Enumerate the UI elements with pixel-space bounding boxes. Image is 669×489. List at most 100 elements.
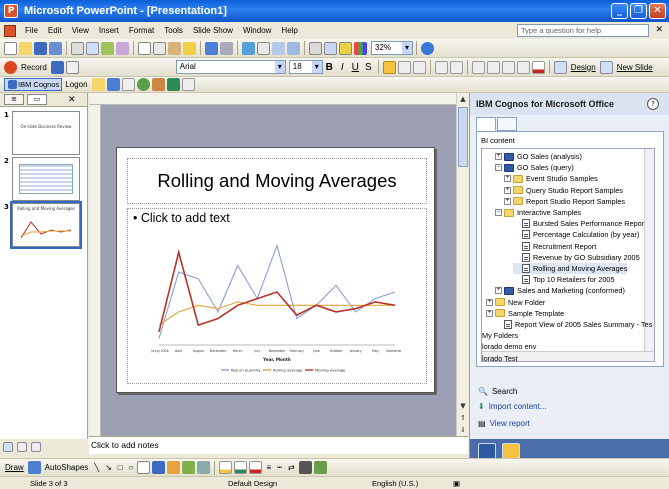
new-slide-icon[interactable] [599, 60, 613, 74]
menu-edit[interactable]: Edit [43, 26, 67, 35]
text-box-icon[interactable] [137, 461, 151, 474]
decrease-indent-icon[interactable] [501, 60, 515, 74]
logon-menu[interactable]: Logon [62, 80, 90, 89]
menu-tools[interactable]: Tools [159, 26, 188, 35]
tree-item[interactable]: + Event Studio Samples [504, 173, 598, 184]
print-preview-icon[interactable] [86, 41, 99, 55]
align-center-icon[interactable] [397, 60, 411, 74]
record-dropdown-icon[interactable] [50, 60, 64, 74]
tree-item[interactable]: Percentage Calculation (by year) [513, 229, 639, 240]
slide-sorter-icon[interactable] [17, 441, 27, 452]
close-document-icon[interactable]: ✕ [655, 24, 663, 35]
restore-button[interactable]: ❐ [630, 3, 647, 19]
import-content-link[interactable]: ⬇ Import content... [478, 402, 547, 411]
tree-item[interactable]: lorado demo env [482, 341, 536, 352]
content-tree[interactable]: + GO Sales (analysis) − GO Sales (query) + Ev… [481, 148, 655, 362]
print-icon[interactable] [71, 41, 84, 55]
fill-color-icon[interactable] [219, 461, 233, 474]
cut-icon[interactable] [138, 41, 151, 55]
slide-thumbnail-2[interactable] [12, 157, 80, 201]
notes-pane[interactable]: Click to add notes [89, 436, 468, 454]
arrow-style-icon[interactable]: ⇄ [285, 463, 298, 472]
powerpoint-app-icon[interactable]: P [4, 4, 18, 18]
tree-expander-icon[interactable]: + [504, 186, 511, 194]
save-icon[interactable] [34, 41, 47, 55]
close-button[interactable]: ✕ [649, 3, 666, 19]
refresh-all-icon[interactable] [91, 78, 105, 91]
increase-font-icon[interactable] [471, 60, 485, 74]
menu-slide-show[interactable]: Slide Show [188, 26, 238, 35]
expand-all-icon[interactable] [309, 41, 322, 55]
slide-vertical-scrollbar[interactable]: ▲ ▼ ⇑ ⇓ [456, 93, 468, 436]
color-grayscale-icon[interactable] [354, 41, 367, 55]
convert-static-icon[interactable] [121, 78, 135, 91]
slide-body-placeholder[interactable]: • Click to add text Spring 2004 April Augu… [127, 208, 427, 384]
content-tab[interactable] [476, 117, 496, 131]
help-icon[interactable] [421, 41, 434, 55]
select-objects-icon[interactable] [27, 461, 41, 474]
spelling-status-icon[interactable]: ▣ [453, 479, 460, 488]
font-name-select[interactable]: Arial [175, 60, 286, 74]
edit-macro-icon[interactable] [65, 60, 79, 74]
record-button[interactable]: Record [18, 63, 50, 72]
line-color-icon[interactable] [234, 461, 248, 474]
record-icon[interactable] [4, 60, 17, 74]
current-slide[interactable]: Rolling and Moving Averages • Click to a… [116, 147, 435, 393]
search-link[interactable]: 🔍 Search [478, 387, 517, 396]
tree-item[interactable]: Top 10 Retailers for 2005 [513, 274, 615, 285]
font-size-select[interactable]: 18 [288, 60, 323, 74]
menu-view[interactable]: View [67, 26, 94, 35]
tree-item[interactable]: + Query Studio Report Samples [504, 185, 623, 196]
line-icon[interactable]: ╲ [91, 463, 102, 472]
tree-expander-icon[interactable]: + [504, 175, 511, 183]
open-folder-icon[interactable] [19, 41, 32, 55]
italic-button[interactable]: I [336, 62, 349, 73]
options-icon[interactable] [181, 78, 195, 91]
zoom-select[interactable]: 32% [371, 41, 413, 55]
tree-item[interactable]: − Interactive Samples [495, 207, 581, 218]
bullets-icon[interactable] [449, 60, 463, 74]
tree-item[interactable]: Rolling and Moving Averages [513, 263, 628, 274]
tree-expander-icon[interactable]: − [495, 164, 502, 172]
tree-item[interactable]: Bursted Sales Performance Repor [513, 218, 644, 229]
diagram-icon[interactable] [167, 461, 181, 474]
paste-icon[interactable] [168, 41, 181, 55]
oval-icon[interactable]: ○ [126, 463, 137, 472]
menu-insert[interactable]: Insert [94, 26, 124, 35]
undo-icon[interactable] [205, 41, 218, 55]
copy-icon[interactable] [153, 41, 166, 55]
previous-slide-icon[interactable]: ⇑ [457, 412, 469, 424]
draw-menu[interactable]: Draw [2, 463, 27, 472]
tree-item[interactable]: + New Folder [486, 297, 545, 308]
ibm-cognos-button[interactable]: IBM Cognos [4, 78, 63, 91]
insert-chart-icon[interactable] [242, 41, 255, 55]
tables-borders-icon[interactable] [272, 41, 285, 55]
normal-view-icon[interactable] [3, 441, 13, 452]
tree-expander-icon[interactable]: + [495, 153, 502, 160]
design-button[interactable]: Design [568, 63, 599, 72]
task-pane-help-icon[interactable]: ? [647, 98, 659, 110]
3d-style-icon[interactable] [313, 461, 327, 474]
spelling-icon[interactable] [101, 41, 114, 55]
arrow-icon[interactable]: ↘ [102, 463, 115, 472]
increase-indent-icon[interactable] [516, 60, 530, 74]
open-cognos-icon[interactable] [136, 78, 150, 91]
tree-item[interactable]: + Sales and Marketing (conformed) [495, 285, 625, 296]
align-right-icon[interactable] [412, 60, 426, 74]
scroll-up-icon[interactable]: ▲ [457, 93, 469, 105]
tree-item[interactable]: + Report Studio Report Samples [504, 196, 625, 207]
research-icon[interactable] [116, 41, 129, 55]
close-pane-icon[interactable]: ✕ [68, 95, 76, 105]
refresh-icon[interactable] [166, 78, 180, 91]
redo-icon[interactable] [220, 41, 233, 55]
tree-item[interactable]: My Folders [482, 330, 518, 341]
insert-picture-icon[interactable] [197, 461, 211, 474]
help-search-input[interactable]: Type a question for help [517, 24, 649, 37]
publish-icon[interactable] [106, 78, 120, 91]
decrease-font-icon[interactable] [486, 60, 500, 74]
slide-show-icon[interactable] [31, 441, 41, 452]
font-color-icon[interactable] [531, 60, 545, 74]
tree-expander-icon[interactable]: + [495, 287, 502, 295]
menu-window[interactable]: Window [238, 26, 276, 35]
outline-tab[interactable]: ≡ [4, 94, 24, 105]
